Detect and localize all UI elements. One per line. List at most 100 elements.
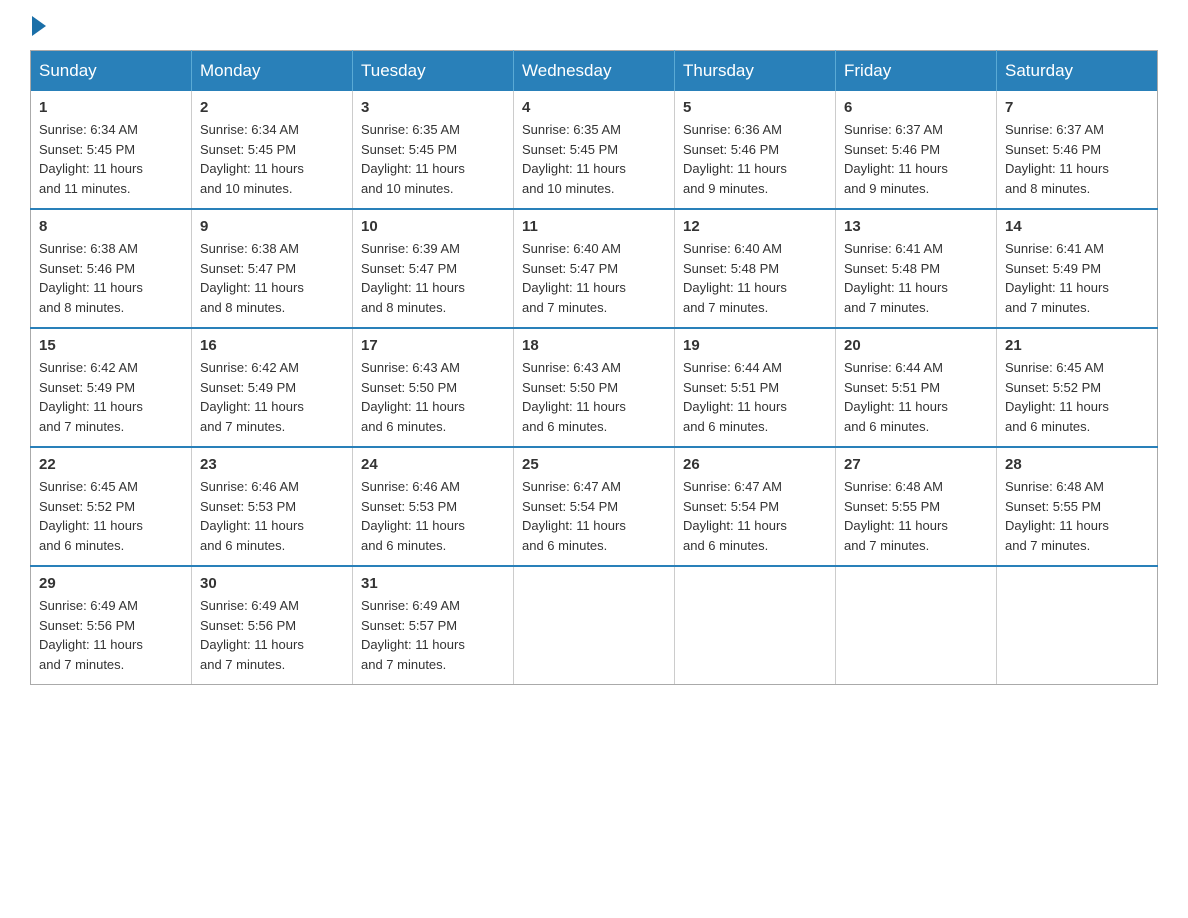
day-number: 21 — [1005, 337, 1149, 354]
day-number: 26 — [683, 456, 827, 473]
page-header — [30, 20, 1158, 32]
calendar-cell: 22 Sunrise: 6:45 AMSunset: 5:52 PMDaylig… — [31, 447, 192, 566]
calendar-cell: 8 Sunrise: 6:38 AMSunset: 5:46 PMDayligh… — [31, 209, 192, 328]
day-info: Sunrise: 6:37 AMSunset: 5:46 PMDaylight:… — [844, 120, 988, 198]
logo-triangle-icon — [32, 16, 46, 36]
day-info: Sunrise: 6:39 AMSunset: 5:47 PMDaylight:… — [361, 239, 505, 317]
day-info: Sunrise: 6:41 AMSunset: 5:48 PMDaylight:… — [844, 239, 988, 317]
calendar-week-row: 1 Sunrise: 6:34 AMSunset: 5:45 PMDayligh… — [31, 91, 1158, 209]
calendar-day-header: Friday — [836, 51, 997, 92]
calendar-cell: 20 Sunrise: 6:44 AMSunset: 5:51 PMDaylig… — [836, 328, 997, 447]
calendar-cell: 16 Sunrise: 6:42 AMSunset: 5:49 PMDaylig… — [192, 328, 353, 447]
day-number: 18 — [522, 337, 666, 354]
calendar-cell: 6 Sunrise: 6:37 AMSunset: 5:46 PMDayligh… — [836, 91, 997, 209]
day-info: Sunrise: 6:44 AMSunset: 5:51 PMDaylight:… — [683, 358, 827, 436]
calendar-cell: 9 Sunrise: 6:38 AMSunset: 5:47 PMDayligh… — [192, 209, 353, 328]
day-info: Sunrise: 6:47 AMSunset: 5:54 PMDaylight:… — [683, 477, 827, 555]
calendar-day-header: Tuesday — [353, 51, 514, 92]
day-number: 14 — [1005, 218, 1149, 235]
calendar-day-header: Sunday — [31, 51, 192, 92]
day-number: 2 — [200, 99, 344, 116]
calendar-cell: 10 Sunrise: 6:39 AMSunset: 5:47 PMDaylig… — [353, 209, 514, 328]
day-number: 13 — [844, 218, 988, 235]
day-info: Sunrise: 6:42 AMSunset: 5:49 PMDaylight:… — [39, 358, 183, 436]
day-number: 20 — [844, 337, 988, 354]
day-number: 25 — [522, 456, 666, 473]
day-info: Sunrise: 6:48 AMSunset: 5:55 PMDaylight:… — [844, 477, 988, 555]
day-number: 3 — [361, 99, 505, 116]
calendar-day-header: Saturday — [997, 51, 1158, 92]
calendar-cell: 13 Sunrise: 6:41 AMSunset: 5:48 PMDaylig… — [836, 209, 997, 328]
day-info: Sunrise: 6:43 AMSunset: 5:50 PMDaylight:… — [361, 358, 505, 436]
day-number: 28 — [1005, 456, 1149, 473]
day-number: 19 — [683, 337, 827, 354]
day-info: Sunrise: 6:41 AMSunset: 5:49 PMDaylight:… — [1005, 239, 1149, 317]
day-number: 7 — [1005, 99, 1149, 116]
day-info: Sunrise: 6:36 AMSunset: 5:46 PMDaylight:… — [683, 120, 827, 198]
calendar-cell: 15 Sunrise: 6:42 AMSunset: 5:49 PMDaylig… — [31, 328, 192, 447]
day-number: 15 — [39, 337, 183, 354]
calendar-cell: 31 Sunrise: 6:49 AMSunset: 5:57 PMDaylig… — [353, 566, 514, 685]
day-info: Sunrise: 6:45 AMSunset: 5:52 PMDaylight:… — [39, 477, 183, 555]
calendar-cell: 1 Sunrise: 6:34 AMSunset: 5:45 PMDayligh… — [31, 91, 192, 209]
day-info: Sunrise: 6:38 AMSunset: 5:46 PMDaylight:… — [39, 239, 183, 317]
calendar-day-header: Wednesday — [514, 51, 675, 92]
calendar-cell: 2 Sunrise: 6:34 AMSunset: 5:45 PMDayligh… — [192, 91, 353, 209]
day-info: Sunrise: 6:49 AMSunset: 5:56 PMDaylight:… — [39, 596, 183, 674]
calendar-cell: 4 Sunrise: 6:35 AMSunset: 5:45 PMDayligh… — [514, 91, 675, 209]
day-number: 27 — [844, 456, 988, 473]
day-number: 29 — [39, 575, 183, 592]
calendar-day-header: Thursday — [675, 51, 836, 92]
calendar-table: SundayMondayTuesdayWednesdayThursdayFrid… — [30, 50, 1158, 685]
calendar-cell: 21 Sunrise: 6:45 AMSunset: 5:52 PMDaylig… — [997, 328, 1158, 447]
calendar-cell: 25 Sunrise: 6:47 AMSunset: 5:54 PMDaylig… — [514, 447, 675, 566]
day-number: 31 — [361, 575, 505, 592]
day-info: Sunrise: 6:40 AMSunset: 5:47 PMDaylight:… — [522, 239, 666, 317]
day-info: Sunrise: 6:37 AMSunset: 5:46 PMDaylight:… — [1005, 120, 1149, 198]
day-info: Sunrise: 6:46 AMSunset: 5:53 PMDaylight:… — [361, 477, 505, 555]
day-number: 11 — [522, 218, 666, 235]
day-info: Sunrise: 6:46 AMSunset: 5:53 PMDaylight:… — [200, 477, 344, 555]
calendar-cell: 5 Sunrise: 6:36 AMSunset: 5:46 PMDayligh… — [675, 91, 836, 209]
calendar-cell: 28 Sunrise: 6:48 AMSunset: 5:55 PMDaylig… — [997, 447, 1158, 566]
day-number: 30 — [200, 575, 344, 592]
calendar-week-row: 8 Sunrise: 6:38 AMSunset: 5:46 PMDayligh… — [31, 209, 1158, 328]
calendar-cell: 18 Sunrise: 6:43 AMSunset: 5:50 PMDaylig… — [514, 328, 675, 447]
day-number: 17 — [361, 337, 505, 354]
calendar-cell: 12 Sunrise: 6:40 AMSunset: 5:48 PMDaylig… — [675, 209, 836, 328]
calendar-week-row: 15 Sunrise: 6:42 AMSunset: 5:49 PMDaylig… — [31, 328, 1158, 447]
day-number: 9 — [200, 218, 344, 235]
calendar-cell: 30 Sunrise: 6:49 AMSunset: 5:56 PMDaylig… — [192, 566, 353, 685]
day-number: 4 — [522, 99, 666, 116]
calendar-cell: 11 Sunrise: 6:40 AMSunset: 5:47 PMDaylig… — [514, 209, 675, 328]
day-info: Sunrise: 6:38 AMSunset: 5:47 PMDaylight:… — [200, 239, 344, 317]
day-info: Sunrise: 6:47 AMSunset: 5:54 PMDaylight:… — [522, 477, 666, 555]
day-number: 23 — [200, 456, 344, 473]
day-info: Sunrise: 6:40 AMSunset: 5:48 PMDaylight:… — [683, 239, 827, 317]
day-info: Sunrise: 6:48 AMSunset: 5:55 PMDaylight:… — [1005, 477, 1149, 555]
calendar-cell — [514, 566, 675, 685]
calendar-cell: 24 Sunrise: 6:46 AMSunset: 5:53 PMDaylig… — [353, 447, 514, 566]
day-number: 10 — [361, 218, 505, 235]
day-info: Sunrise: 6:44 AMSunset: 5:51 PMDaylight:… — [844, 358, 988, 436]
calendar-cell: 27 Sunrise: 6:48 AMSunset: 5:55 PMDaylig… — [836, 447, 997, 566]
calendar-cell: 23 Sunrise: 6:46 AMSunset: 5:53 PMDaylig… — [192, 447, 353, 566]
day-info: Sunrise: 6:49 AMSunset: 5:56 PMDaylight:… — [200, 596, 344, 674]
calendar-cell: 17 Sunrise: 6:43 AMSunset: 5:50 PMDaylig… — [353, 328, 514, 447]
calendar-cell: 19 Sunrise: 6:44 AMSunset: 5:51 PMDaylig… — [675, 328, 836, 447]
day-number: 24 — [361, 456, 505, 473]
day-number: 5 — [683, 99, 827, 116]
calendar-cell: 26 Sunrise: 6:47 AMSunset: 5:54 PMDaylig… — [675, 447, 836, 566]
calendar-cell: 29 Sunrise: 6:49 AMSunset: 5:56 PMDaylig… — [31, 566, 192, 685]
day-info: Sunrise: 6:45 AMSunset: 5:52 PMDaylight:… — [1005, 358, 1149, 436]
day-number: 16 — [200, 337, 344, 354]
calendar-cell — [997, 566, 1158, 685]
day-number: 1 — [39, 99, 183, 116]
day-info: Sunrise: 6:35 AMSunset: 5:45 PMDaylight:… — [522, 120, 666, 198]
day-number: 12 — [683, 218, 827, 235]
day-info: Sunrise: 6:49 AMSunset: 5:57 PMDaylight:… — [361, 596, 505, 674]
calendar-cell: 7 Sunrise: 6:37 AMSunset: 5:46 PMDayligh… — [997, 91, 1158, 209]
day-number: 6 — [844, 99, 988, 116]
calendar-cell: 3 Sunrise: 6:35 AMSunset: 5:45 PMDayligh… — [353, 91, 514, 209]
day-info: Sunrise: 6:34 AMSunset: 5:45 PMDaylight:… — [39, 120, 183, 198]
